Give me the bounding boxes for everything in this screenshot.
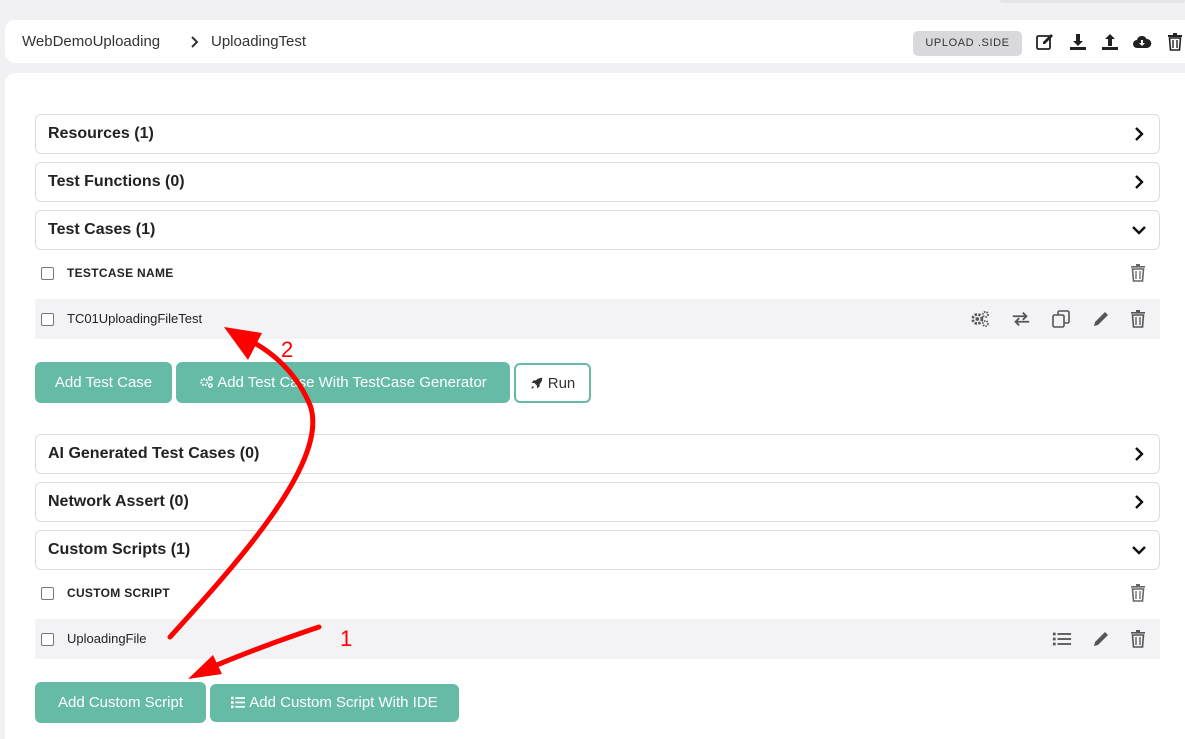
- chevron-right-icon: [1135, 175, 1144, 189]
- trash-icon[interactable]: [1128, 309, 1148, 329]
- cloud-download-icon[interactable]: [1132, 32, 1152, 52]
- chevron-right-icon: [1135, 495, 1144, 509]
- button-label: Run: [547, 375, 576, 392]
- section-title: AI Generated Test Cases (0): [48, 445, 260, 462]
- add-test-case-button[interactable]: Add Test Case: [35, 362, 172, 403]
- chevron-right-icon: [191, 36, 199, 48]
- select-all-scripts-checkbox[interactable]: [41, 587, 54, 600]
- row-checkbox[interactable]: [41, 313, 54, 326]
- chevron-down-icon: [1132, 226, 1146, 235]
- pencil-icon[interactable]: [1091, 629, 1111, 649]
- list-icon[interactable]: [1052, 629, 1072, 649]
- button-label: Add Test Case With TestCase Generator: [217, 374, 487, 391]
- section-title: Test Cases (1): [48, 221, 156, 238]
- header-bar: WebDemoUploading UploadingTest UPLOAD .S…: [5, 20, 1185, 63]
- annotation-step-2: 2: [281, 337, 294, 362]
- section-custom-scripts[interactable]: Custom Scripts (1): [35, 530, 1160, 570]
- section-resources[interactable]: Resources (1): [35, 114, 1160, 154]
- trash-icon[interactable]: [1128, 629, 1148, 649]
- section-test-cases[interactable]: Test Cases (1): [35, 210, 1160, 250]
- chevron-right-icon: [1135, 127, 1144, 141]
- trash-icon[interactable]: [1128, 583, 1148, 603]
- add-custom-script-button[interactable]: Add Custom Script: [35, 682, 206, 723]
- upload-icon[interactable]: [1100, 32, 1120, 52]
- edit-icon[interactable]: [1035, 32, 1055, 52]
- chevron-right-icon: [1135, 447, 1144, 461]
- trash-icon[interactable]: [1165, 32, 1185, 52]
- section-title: Network Assert (0): [48, 493, 189, 510]
- table-row[interactable]: UploadingFile: [35, 619, 1160, 659]
- section-ai-generated[interactable]: AI Generated Test Cases (0): [35, 434, 1160, 474]
- table-row[interactable]: TC01UploadingFileTest: [35, 299, 1160, 339]
- custom-script-name[interactable]: UploadingFile: [67, 619, 147, 659]
- column-header-custom-script: CUSTOM SCRIPT: [67, 586, 171, 600]
- annotation-step-1: 1: [340, 626, 353, 651]
- swap-icon[interactable]: [1011, 309, 1031, 329]
- pencil-icon[interactable]: [1091, 309, 1111, 329]
- gears-icon[interactable]: [970, 309, 990, 329]
- custom-script-table-header: CUSTOM SCRIPT: [35, 573, 1160, 613]
- button-label: Add Custom Script With IDE: [249, 694, 438, 711]
- row-checkbox[interactable]: [41, 633, 54, 646]
- breadcrumb-project[interactable]: WebDemoUploading: [22, 20, 160, 63]
- add-custom-script-ide-button[interactable]: Add Custom Script With IDE: [210, 684, 459, 722]
- list-icon: [231, 696, 246, 709]
- section-network-assert[interactable]: Network Assert (0): [35, 482, 1160, 522]
- testcase-table-header: TESTCASE NAME: [35, 253, 1160, 293]
- select-all-testcases-checkbox[interactable]: [41, 267, 54, 280]
- section-test-functions[interactable]: Test Functions (0): [35, 162, 1160, 202]
- add-test-case-generator-button[interactable]: Add Test Case With TestCase Generator: [176, 362, 510, 403]
- testcase-name[interactable]: TC01UploadingFileTest: [67, 299, 202, 339]
- gears-icon: [200, 376, 213, 388]
- chevron-down-icon: [1132, 546, 1146, 555]
- rocket-icon: [531, 377, 542, 389]
- section-title: Resources (1): [48, 125, 154, 142]
- section-title: Custom Scripts (1): [48, 541, 191, 558]
- run-button[interactable]: Run: [514, 363, 591, 403]
- upload-side-button[interactable]: UPLOAD .SIDE: [913, 31, 1022, 56]
- copy-icon[interactable]: [1051, 309, 1071, 329]
- section-title: Test Functions (0): [48, 173, 185, 190]
- column-header-testcase-name: TESTCASE NAME: [67, 266, 174, 280]
- breadcrumb-suite[interactable]: UploadingTest: [211, 20, 306, 63]
- top-edge: [1000, 0, 1185, 3]
- download-icon[interactable]: [1068, 32, 1088, 52]
- trash-icon[interactable]: [1128, 263, 1148, 283]
